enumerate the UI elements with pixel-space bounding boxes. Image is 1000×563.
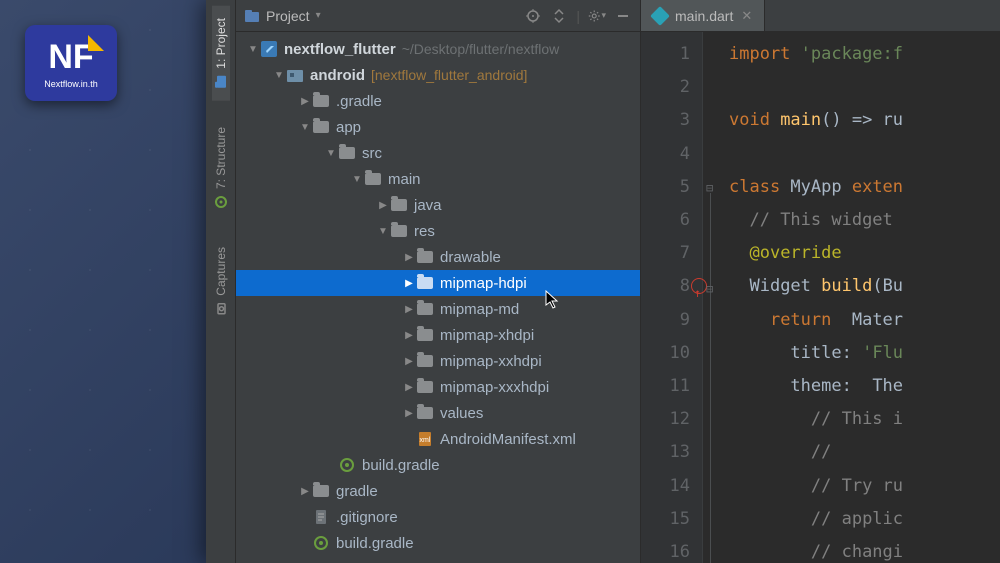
flutter-module-icon (260, 41, 278, 57)
folder-icon (338, 145, 356, 161)
editor-panel: main.dart ✕ 1 2 3 4 5 6 7 8 9 10 11 12 1… (641, 0, 1000, 563)
folder-icon (416, 327, 434, 343)
ide-window: 1: Project 7: Structure Captures Project… (206, 0, 1000, 563)
gradle-icon (312, 535, 330, 551)
captures-tab[interactable]: Captures (212, 235, 230, 328)
locate-icon[interactable] (524, 7, 542, 25)
tree-item[interactable]: ▶ values (236, 400, 640, 426)
structure-tab[interactable]: 7: Structure (212, 115, 230, 221)
chevron-down-icon[interactable]: ▼ (298, 122, 312, 133)
folder-icon (416, 379, 434, 395)
tree-item[interactable]: ▶ .gradle (236, 88, 640, 114)
dropdown-icon: ▾ (316, 10, 321, 21)
tree-item[interactable]: ▶ mipmap-xxxhdpi (236, 374, 640, 400)
tree-item[interactable]: .gitignore (236, 504, 640, 530)
chevron-right-icon[interactable]: ▶ (402, 278, 416, 289)
folder-icon (312, 119, 330, 135)
chevron-right-icon[interactable]: ▶ (376, 200, 390, 211)
file-icon (312, 509, 330, 525)
folder-icon (416, 249, 434, 265)
folder-icon (364, 171, 382, 187)
svg-text:xml: xml (420, 437, 431, 444)
chevron-right-icon[interactable]: ▶ (402, 408, 416, 419)
tree-mipmap-hdpi[interactable]: ▶ mipmap-hdpi (236, 270, 640, 296)
tree-root[interactable]: ▼ nextflow_flutter ~/Desktop/flutter/nex… (236, 36, 640, 62)
code-editor[interactable]: 1 2 3 4 5 6 7 8 9 10 11 12 13 14 15 16 ⊟ (641, 32, 1000, 563)
tree-item[interactable]: build.gradle (236, 452, 640, 478)
chevron-right-icon[interactable]: ▶ (402, 252, 416, 263)
fold-column[interactable]: ⊟ ⊟ (702, 38, 724, 563)
captures-icon (214, 301, 228, 315)
project-view-icon (244, 8, 260, 24)
folder-icon (312, 483, 330, 499)
tree-res[interactable]: ▼ res (236, 218, 640, 244)
editor-tab-bar: main.dart ✕ (641, 0, 1000, 32)
structure-icon (214, 195, 228, 209)
gradle-icon (338, 457, 356, 473)
logo-badge: NF Nextflow.in.th (25, 25, 117, 101)
dart-file-icon (650, 6, 670, 26)
chevron-down-icon[interactable]: ▼ (272, 70, 286, 81)
folder-icon (416, 353, 434, 369)
panel-title[interactable]: Project ▾ (244, 8, 516, 24)
logo-caption: Nextflow.in.th (44, 79, 98, 89)
project-icon (214, 75, 228, 89)
chevron-right-icon[interactable]: ▶ (298, 486, 312, 497)
tree-item[interactable]: build.gradle (236, 530, 640, 556)
panel-header: Project ▾ | ▾ (236, 0, 640, 32)
module-icon (286, 67, 304, 83)
folder-icon (390, 223, 408, 239)
chevron-right-icon[interactable]: ▶ (402, 356, 416, 367)
line-gutter[interactable]: 1 2 3 4 5 6 7 8 9 10 11 12 13 14 15 16 ⊟ (641, 32, 703, 563)
tree-android[interactable]: ▼ android [nextflow_flutter_android] (236, 62, 640, 88)
tree-app[interactable]: ▼ app (236, 114, 640, 140)
tool-window-bar: 1: Project 7: Structure Captures (206, 0, 236, 563)
folder-icon (390, 197, 408, 213)
close-icon[interactable]: ✕ (741, 8, 752, 24)
xml-file-icon: xml (416, 431, 434, 447)
chevron-right-icon[interactable]: ▶ (402, 304, 416, 315)
hide-icon[interactable] (614, 7, 632, 25)
chevron-down-icon[interactable]: ▼ (324, 148, 338, 159)
tree-item[interactable]: ▶ drawable (236, 244, 640, 270)
fold-open-icon[interactable]: ⊟ (706, 273, 713, 306)
folder-icon (312, 93, 330, 109)
project-panel: Project ▾ | ▾ ▼ nextflow_flutter ~/Deskt… (236, 0, 641, 563)
collapse-icon[interactable] (550, 7, 568, 25)
tree-item[interactable]: ▶ java (236, 192, 640, 218)
folder-icon (416, 301, 434, 317)
chevron-down-icon[interactable]: ▼ (246, 44, 260, 55)
tree-item[interactable]: ▶ mipmap-xhdpi (236, 322, 640, 348)
chevron-right-icon[interactable]: ▶ (402, 382, 416, 393)
editor-tab-main[interactable]: main.dart ✕ (641, 0, 765, 31)
project-tree[interactable]: ▼ nextflow_flutter ~/Desktop/flutter/nex… (236, 32, 640, 563)
chevron-down-icon[interactable]: ▼ (376, 226, 390, 237)
tree-item[interactable]: gradle.properties (236, 556, 640, 563)
folder-icon (416, 275, 434, 291)
tree-item[interactable]: ▶ gradle (236, 478, 640, 504)
tree-manifest[interactable]: xml AndroidManifest.xml (236, 426, 640, 452)
folder-icon (416, 405, 434, 421)
chevron-down-icon[interactable]: ▼ (350, 174, 364, 185)
tree-main[interactable]: ▼ main (236, 166, 640, 192)
gear-icon[interactable]: ▾ (588, 7, 606, 25)
tree-item[interactable]: ▶ mipmap-xxhdpi (236, 348, 640, 374)
mouse-cursor-icon (545, 290, 561, 310)
code-content[interactable]: import 'package:f void main() => ru clas… (703, 32, 1000, 563)
project-tab[interactable]: 1: Project (212, 6, 230, 101)
tree-src[interactable]: ▼ src (236, 140, 640, 166)
chevron-right-icon[interactable]: ▶ (402, 330, 416, 341)
logo-text: NF (48, 38, 93, 77)
chevron-right-icon[interactable]: ▶ (298, 96, 312, 107)
tree-item[interactable]: ▶ mipmap-md (236, 296, 640, 322)
